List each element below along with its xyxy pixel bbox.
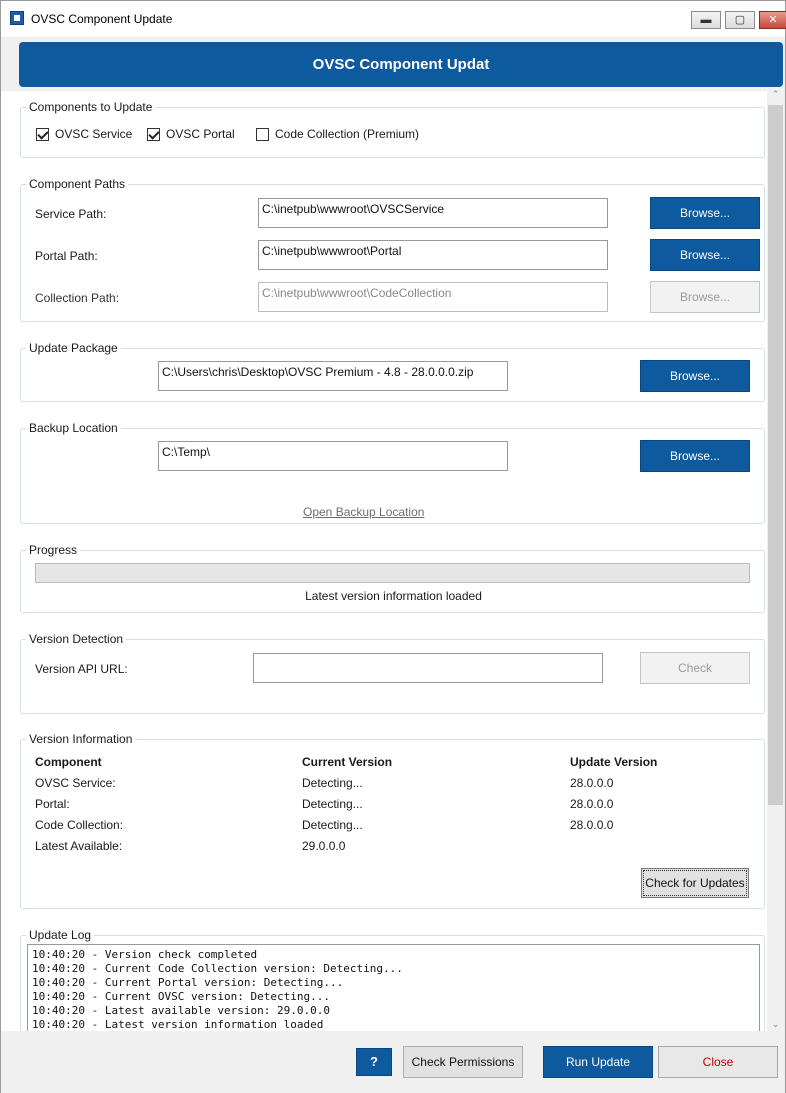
- checkbox-ovsc-service[interactable]: OVSC Service: [36, 126, 132, 142]
- service-path-label: Service Path:: [35, 207, 107, 221]
- backup-browse-button[interactable]: Browse...: [640, 440, 750, 472]
- update-log-textarea[interactable]: 10:40:20 - Version check completed 10:40:…: [27, 944, 760, 1031]
- portal-path-input[interactable]: C:\inetpub\wwwroot\Portal: [258, 240, 608, 270]
- page-header: OVSC Component Updat: [19, 42, 783, 87]
- collection-path-input: C:\inetpub\wwwroot\CodeCollection: [258, 282, 608, 312]
- app-icon: [10, 11, 24, 25]
- row-latest-available-component: Latest Available:: [35, 839, 123, 853]
- scroll-thumb[interactable]: [768, 105, 783, 805]
- component-paths-legend: Component Paths: [26, 177, 129, 191]
- title-bar[interactable]: OVSC Component Update ▬ ▢ ✕: [1, 1, 786, 37]
- help-button[interactable]: ?: [356, 1048, 392, 1076]
- scroll-up-icon[interactable]: ⌃: [767, 87, 784, 101]
- version-information-legend: Version Information: [26, 732, 136, 746]
- check-for-updates-button[interactable]: Check for Updates: [641, 868, 749, 898]
- column-header-update-version: Update Version: [570, 755, 658, 769]
- version-detection-group: Version Detection Version API URL: Check: [20, 632, 765, 714]
- backup-location-legend: Backup Location: [26, 421, 121, 435]
- backup-location-input[interactable]: C:\Temp\: [158, 441, 508, 471]
- scroll-down-icon[interactable]: ⌄: [767, 1017, 784, 1031]
- window-close-button[interactable]: ✕: [759, 11, 786, 29]
- update-package-legend: Update Package: [26, 341, 121, 355]
- checkbox-label: OVSC Service: [55, 127, 133, 141]
- open-backup-location-link[interactable]: Open Backup Location: [303, 505, 424, 519]
- checkbox-label: OVSC Portal: [166, 127, 235, 141]
- row-code-collection-update: 28.0.0.0: [570, 818, 614, 832]
- column-header-component: Component: [35, 755, 102, 769]
- version-api-label: Version API URL:: [35, 662, 128, 676]
- log-line: 10:40:20 - Current Code Collection versi…: [32, 962, 403, 975]
- backup-location-group: Backup Location C:\Temp\ Browse... Open …: [20, 421, 765, 524]
- checkbox-code-collection[interactable]: Code Collection (Premium): [256, 126, 419, 142]
- close-button[interactable]: Close: [658, 1046, 778, 1078]
- collection-browse-button: Browse...: [650, 281, 760, 313]
- minimize-button[interactable]: ▬: [691, 11, 721, 29]
- log-line: 10:40:20 - Current Portal version: Detec…: [32, 976, 344, 989]
- progress-status: Latest version information loaded: [305, 589, 482, 603]
- components-group: Components to Update OVSC Service OVSC P…: [20, 100, 765, 158]
- version-detection-legend: Version Detection: [26, 632, 127, 646]
- log-line: 10:40:20 - Current OVSC version: Detecti…: [32, 990, 331, 1003]
- version-api-input[interactable]: [253, 653, 603, 683]
- row-code-collection-component: Code Collection:: [35, 818, 124, 832]
- column-header-current-version: Current Version: [302, 755, 393, 769]
- window-title: OVSC Component Update: [31, 12, 173, 26]
- row-portal-component: Portal:: [35, 797, 70, 811]
- log-line: 10:40:20 - Latest version information lo…: [32, 1018, 324, 1031]
- progress-legend: Progress: [26, 543, 81, 557]
- checkbox-box[interactable]: [147, 127, 160, 141]
- component-paths-group: Component Paths Service Path: C:\inetpub…: [20, 177, 765, 322]
- vertical-scrollbar[interactable]: ⌃ ⌄: [767, 87, 784, 1031]
- version-information-group: Version Information Component Current Ve…: [20, 732, 765, 909]
- package-browse-button[interactable]: Browse...: [640, 360, 750, 392]
- log-line: 10:40:20 - Latest available version: 29.…: [32, 1004, 331, 1017]
- row-latest-available-value: 29.0.0.0: [302, 839, 346, 853]
- components-legend: Components to Update: [26, 100, 156, 114]
- collection-path-label: Collection Path:: [35, 291, 120, 305]
- run-update-button[interactable]: Run Update: [543, 1046, 653, 1078]
- row-ovsc-service-current: Detecting...: [302, 776, 363, 790]
- footer-bar: ? Check Permissions Run Update Close: [1, 1031, 785, 1093]
- check-permissions-button[interactable]: Check Permissions: [403, 1046, 523, 1078]
- progress-group: Progress Latest version information load…: [20, 543, 765, 613]
- portal-path-label: Portal Path:: [35, 249, 98, 263]
- service-path-input[interactable]: C:\inetpub\wwwroot\OVSCService: [258, 198, 608, 228]
- row-portal-current: Detecting...: [302, 797, 363, 811]
- log-line: 10:40:20 - Version check completed: [32, 948, 258, 961]
- row-portal-update: 28.0.0.0: [570, 797, 614, 811]
- maximize-button[interactable]: ▢: [725, 11, 755, 29]
- portal-browse-button[interactable]: Browse...: [650, 239, 760, 271]
- update-log-group: Update Log 10:40:20 - Version check comp…: [20, 928, 765, 1031]
- app-window: OVSC Component Update ▬ ▢ ✕ OVSC Compone…: [0, 0, 786, 1093]
- row-code-collection-current: Detecting...: [302, 818, 363, 832]
- checkbox-label: Code Collection (Premium): [275, 127, 420, 141]
- scroll-content[interactable]: Components to Update OVSC Service OVSC P…: [1, 91, 767, 1031]
- update-package-input[interactable]: C:\Users\chris\Desktop\OVSC Premium - 4.…: [158, 361, 508, 391]
- checkbox-box[interactable]: [36, 127, 49, 141]
- update-log-legend: Update Log: [26, 928, 95, 942]
- row-ovsc-service-update: 28.0.0.0: [570, 776, 614, 790]
- checkbox-box[interactable]: [256, 127, 269, 141]
- service-browse-button[interactable]: Browse...: [650, 197, 760, 229]
- row-ovsc-service-component: OVSC Service:: [35, 776, 116, 790]
- update-package-group: Update Package C:\Users\chris\Desktop\OV…: [20, 341, 765, 402]
- check-button: Check: [640, 652, 750, 684]
- checkbox-ovsc-portal[interactable]: OVSC Portal: [147, 126, 235, 142]
- progress-bar: [35, 563, 750, 583]
